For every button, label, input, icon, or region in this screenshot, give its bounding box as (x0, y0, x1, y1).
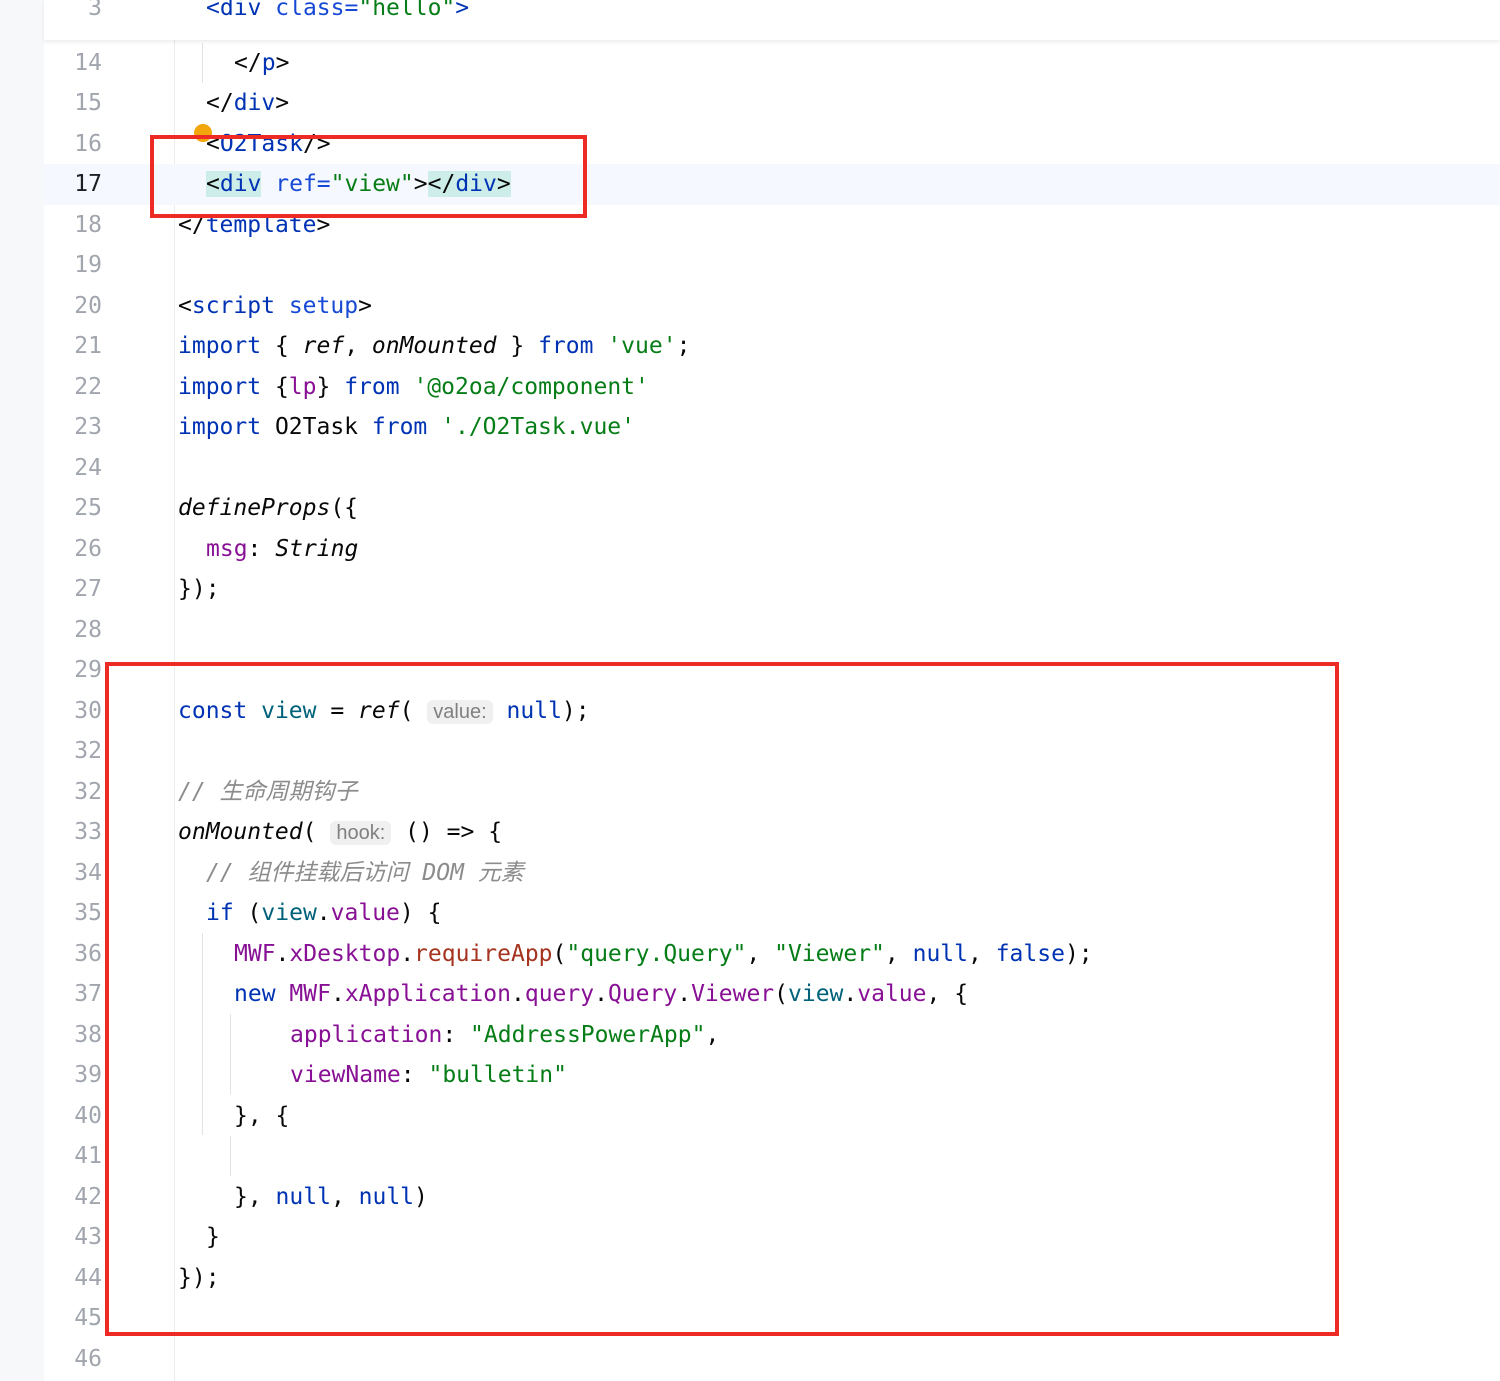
line-number: 35 (74, 900, 102, 926)
line-number: 34 (74, 860, 102, 886)
line-number: 45 (74, 1305, 102, 1331)
line-number: 30 (74, 698, 102, 724)
code-text: msg: String (206, 536, 359, 562)
code-line-22[interactable]: 22 import {lp} from '@o2oa/component' (44, 367, 1500, 408)
line-number: 17 (74, 171, 102, 197)
line-number: 18 (74, 212, 102, 238)
code-line-26[interactable]: 26 msg: String (44, 529, 1500, 570)
line-number: 40 (74, 1103, 102, 1129)
line-number: 37 (74, 981, 102, 1007)
line-number: 29 (74, 657, 102, 683)
code-line-20[interactable]: 20 <script setup> (44, 286, 1500, 327)
line-number: 15 (74, 90, 102, 116)
code-text: </div> (206, 90, 290, 116)
line-number: 41 (74, 1143, 102, 1169)
code-text: <script setup> (178, 293, 372, 319)
line-number: 24 (74, 455, 102, 481)
line-number: 38 (74, 1022, 102, 1048)
line-number: 21 (74, 333, 102, 359)
line-number: 27 (74, 576, 102, 602)
code-line-24[interactable]: 24 (44, 448, 1500, 489)
annotation-box-script (105, 662, 1339, 1336)
line-number: 33 (74, 819, 102, 845)
code-text: }); (178, 576, 220, 602)
line-number: 22 (74, 374, 102, 400)
line-number: 26 (74, 536, 102, 562)
line-number: 43 (74, 1224, 102, 1250)
code-line-23[interactable]: 23 import O2Task from './O2Task.vue' (44, 407, 1500, 448)
code-text: import O2Task from './O2Task.vue' (178, 414, 635, 440)
code-text: defineProps({ (178, 495, 359, 521)
code-line-19[interactable]: 19 (44, 245, 1500, 286)
code-line-3: <div class="hello"> (206, 0, 470, 21)
code-line-46[interactable]: 46 (44, 1339, 1500, 1380)
annotation-box-template (150, 135, 587, 218)
line-number: 28 (74, 617, 102, 643)
editor-left-strip (0, 0, 45, 1381)
code-line-21[interactable]: 21 import { ref, onMounted } from 'vue'; (44, 326, 1500, 367)
line-number: 39 (74, 1062, 102, 1088)
code-text: import {lp} from '@o2oa/component' (178, 374, 649, 400)
line-number: 14 (74, 50, 102, 76)
code-line-28[interactable]: 28 (44, 610, 1500, 651)
line-number: 19 (74, 252, 102, 278)
line-number: 42 (74, 1184, 102, 1210)
line-number: 32 (74, 738, 102, 764)
code-line-25[interactable]: 25 defineProps({ (44, 488, 1500, 529)
line-number: 20 (74, 293, 102, 319)
line-number: 32 (74, 779, 102, 805)
code-line-27[interactable]: 27 }); (44, 569, 1500, 610)
code-text: import { ref, onMounted } from 'vue'; (178, 333, 691, 359)
sticky-scroll-header[interactable]: 3 <div class="hello"> (44, 0, 1500, 40)
code-line-15[interactable]: 15 </div> (44, 83, 1500, 124)
code-text: </p> (234, 50, 290, 76)
code-line-14[interactable]: 14 </p> (44, 43, 1500, 84)
line-number: 44 (74, 1265, 102, 1291)
line-number: 36 (74, 941, 102, 967)
line-number: 16 (74, 131, 102, 157)
line-number: 23 (74, 414, 102, 440)
line-number: 3 (88, 0, 102, 21)
indent-guide (202, 43, 203, 83)
line-number: 25 (74, 495, 102, 521)
line-number: 46 (74, 1346, 102, 1372)
